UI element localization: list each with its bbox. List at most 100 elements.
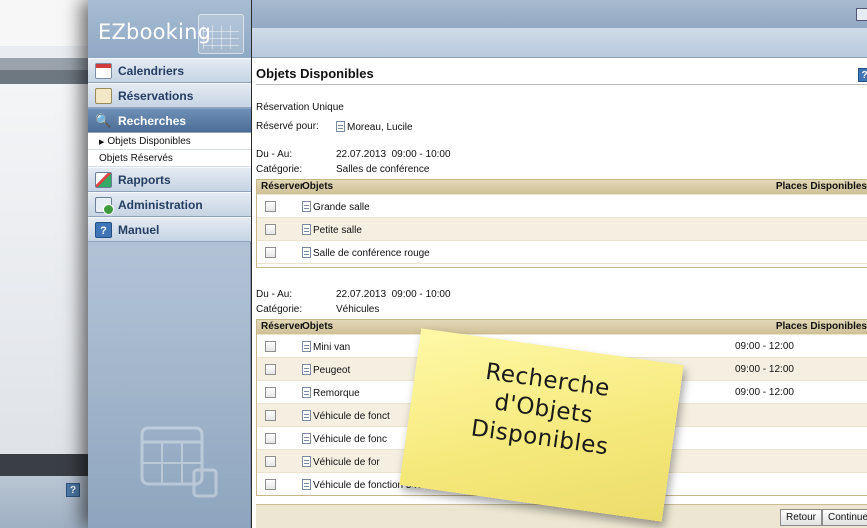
object-link[interactable]: Véhicule de for bbox=[302, 456, 380, 468]
sub-item-label: Objets Disponibles bbox=[107, 136, 191, 147]
nav-item-manuel[interactable]: ? Manuel bbox=[88, 217, 251, 242]
object-name: Peugeot bbox=[313, 365, 351, 376]
sidebar: EZbooking Calendriers Réservations 🔍 Rec… bbox=[88, 0, 251, 528]
sub-item-label: Objets Réservés bbox=[99, 153, 173, 164]
column-header-places: Places Disponibles bbox=[775, 181, 867, 192]
column-header-objects: Objets bbox=[302, 321, 334, 332]
reserve-checkbox[interactable] bbox=[265, 201, 276, 212]
object-name: Salle de conférence rouge bbox=[313, 248, 430, 259]
object-link[interactable]: Véhicule de fonct bbox=[302, 410, 390, 422]
reservations-icon bbox=[95, 88, 112, 104]
reserve-checkbox[interactable] bbox=[265, 247, 276, 258]
reserved-for-name: Moreau, Lucile bbox=[347, 122, 413, 133]
column-header-objects: Objets bbox=[302, 181, 334, 192]
window-button[interactable] bbox=[856, 8, 867, 21]
reserve-checkbox[interactable] bbox=[265, 364, 276, 375]
admin-icon bbox=[95, 197, 114, 215]
nav-item-label: Recherches bbox=[118, 114, 187, 128]
calendar-illustration bbox=[140, 426, 218, 498]
reserve-checkbox[interactable] bbox=[265, 410, 276, 421]
date-label: Du - Au: bbox=[256, 149, 293, 160]
document-icon bbox=[302, 387, 311, 398]
category-label: Catégorie: bbox=[256, 304, 303, 315]
reserve-checkbox[interactable] bbox=[265, 433, 276, 444]
document-icon bbox=[302, 456, 311, 467]
document-icon bbox=[302, 410, 311, 421]
object-link[interactable]: Grande salle bbox=[302, 201, 370, 213]
nav-item-recherches[interactable]: 🔍 Recherches bbox=[88, 108, 251, 133]
object-link[interactable]: Salle de conférence rouge bbox=[302, 247, 430, 259]
continue-button[interactable]: Continuer bbox=[822, 509, 867, 526]
object-link[interactable]: Peugeot bbox=[302, 364, 350, 376]
help-icon: ? bbox=[95, 222, 112, 238]
chart-icon bbox=[95, 172, 112, 188]
object-name: Remorque bbox=[313, 388, 360, 399]
chevron-right-icon: ▶ bbox=[99, 139, 105, 146]
objects-table-rooms: Réserver Objets Places Disponibles Grand… bbox=[256, 179, 867, 268]
reserve-checkbox[interactable] bbox=[265, 456, 276, 467]
object-name: Grande salle bbox=[313, 202, 370, 213]
document-icon bbox=[302, 201, 311, 212]
nav-item-label: Administration bbox=[118, 198, 203, 212]
reserved-for-value[interactable]: Moreau, Lucile bbox=[336, 121, 413, 133]
calendar-icon bbox=[95, 63, 112, 79]
nav-item-label: Manuel bbox=[118, 223, 160, 237]
nav-item-label: Réservations bbox=[118, 89, 194, 103]
category-value: Véhicules bbox=[336, 304, 380, 315]
category-label: Catégorie: bbox=[256, 164, 303, 175]
main-header bbox=[252, 0, 867, 28]
logo-area: EZbooking bbox=[88, 0, 251, 58]
page-title: Objets Disponibles bbox=[256, 66, 374, 81]
main-toolbar: ? bbox=[252, 28, 867, 82]
document-icon bbox=[302, 433, 311, 444]
reservation-type: Réservation Unique bbox=[256, 102, 344, 113]
column-header-reserve: Réserver bbox=[261, 181, 304, 192]
object-link[interactable]: Véhicule de fonc bbox=[302, 433, 387, 445]
object-name: Véhicule de fonc bbox=[313, 434, 387, 445]
reserve-checkbox[interactable] bbox=[265, 387, 276, 398]
column-header-reserve: Réserver bbox=[261, 321, 304, 332]
object-link[interactable]: Mini van bbox=[302, 341, 350, 353]
available-time: 09:00 - 12:00 bbox=[735, 341, 794, 352]
search-icon: 🔍 bbox=[95, 113, 112, 128]
object-link[interactable]: Remorque bbox=[302, 387, 360, 399]
document-icon bbox=[302, 247, 311, 258]
table-header: Réserver Objets Places Disponibles bbox=[257, 180, 867, 194]
reserve-checkbox[interactable] bbox=[265, 479, 276, 490]
help-icon[interactable]: ? bbox=[66, 483, 80, 497]
object-name: Véhicule de fonct bbox=[313, 411, 390, 422]
sticky-note-text: Recherche d'Objets Disponibles bbox=[406, 348, 681, 471]
object-link[interactable]: Petite salle bbox=[302, 224, 362, 236]
reserve-checkbox[interactable] bbox=[265, 224, 276, 235]
title-divider bbox=[256, 84, 867, 85]
nav-item-label: Rapports bbox=[118, 173, 171, 187]
table-row: Grande salle bbox=[257, 194, 867, 217]
table-footer bbox=[257, 263, 867, 267]
document-icon bbox=[302, 364, 311, 375]
main-nav: Calendriers Réservations 🔍 Recherches ▶ O… bbox=[88, 58, 251, 242]
back-button[interactable]: Retour bbox=[780, 509, 823, 526]
column-header-places: Places Disponibles bbox=[775, 321, 867, 332]
nav-item-administration[interactable]: Administration bbox=[88, 192, 251, 217]
available-time: 09:00 - 12:00 bbox=[735, 387, 794, 398]
table-row: Salle de conférence rouge bbox=[257, 240, 867, 263]
calendar-logo-icon bbox=[198, 14, 244, 54]
app-logo: EZbooking bbox=[98, 20, 212, 44]
object-name: Petite salle bbox=[313, 225, 362, 236]
nav-item-label: Calendriers bbox=[118, 64, 185, 78]
reserved-for-label: Réservé pour: bbox=[256, 121, 319, 132]
nav-item-rapports[interactable]: Rapports bbox=[88, 167, 251, 192]
document-icon bbox=[302, 224, 311, 235]
reserve-checkbox[interactable] bbox=[265, 341, 276, 352]
object-name: Mini van bbox=[313, 342, 351, 353]
date-value: 22.07.2013 09:00 - 10:00 bbox=[336, 149, 451, 160]
table-header: Réserver Objets Places Disponibles bbox=[257, 320, 867, 334]
sub-item-objets-disponibles[interactable]: ▶ Objets Disponibles bbox=[88, 133, 251, 150]
nav-item-reservations[interactable]: Réservations bbox=[88, 83, 251, 108]
sub-item-objets-reserves[interactable]: Objets Réservés bbox=[88, 150, 251, 167]
nav-item-calendriers[interactable]: Calendriers bbox=[88, 58, 251, 83]
date-value: 22.07.2013 09:00 - 10:00 bbox=[336, 289, 451, 300]
object-name: Véhicule de for bbox=[313, 457, 380, 468]
category-value: Salles de conférence bbox=[336, 164, 430, 175]
document-icon bbox=[302, 479, 311, 490]
